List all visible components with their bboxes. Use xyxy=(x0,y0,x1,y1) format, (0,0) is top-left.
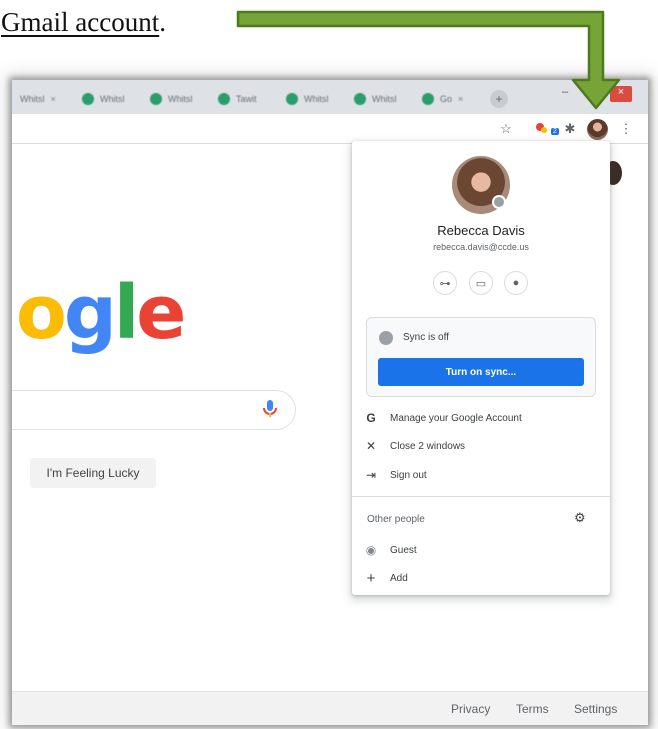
privacy-link[interactable]: Privacy xyxy=(451,702,490,716)
tab-label: Whitsl xyxy=(168,94,193,104)
menu-item-label: Guest xyxy=(390,544,417,556)
tab-strip: Whitsl × Whitsl Whitsl Tawit Whitsl Whits… xyxy=(12,80,648,114)
tab-label: Tawit xyxy=(236,94,257,104)
settings-link[interactable]: Settings xyxy=(574,702,617,716)
other-people-heading: Other people xyxy=(367,514,425,525)
tab-favicon-icon xyxy=(286,93,298,105)
browser-screenshot: Whitsl × Whitsl Whitsl Tawit Whitsl Whits… xyxy=(12,80,648,725)
browser-tab[interactable]: Whitsl xyxy=(142,88,210,110)
bookmark-star-icon[interactable]: ☆ xyxy=(496,119,516,139)
google-g-icon: G xyxy=(366,411,376,425)
page-footer: Privacy Terms Settings xyxy=(12,691,648,725)
logo-letter: o xyxy=(16,270,67,356)
logo-letter: g xyxy=(63,270,117,356)
profile-email: rebecca.davis@ccde.us xyxy=(433,242,529,252)
browser-tab[interactable]: Whitsl × xyxy=(12,88,74,110)
sign-out-icon: ⇥ xyxy=(365,468,377,482)
feeling-lucky-button[interactable]: I'm Feeling Lucky xyxy=(30,458,156,488)
browser-tab[interactable]: Tawit xyxy=(210,88,278,110)
minimize-icon[interactable]: – xyxy=(554,86,576,102)
browser-tab[interactable]: Go × xyxy=(414,88,480,110)
person-circle-icon: ◉ xyxy=(365,543,377,557)
browser-toolbar: ☆ 2 ✱ ⋮ xyxy=(12,114,648,144)
caption-link-text: Gmail account xyxy=(1,7,160,37)
caption-period: . xyxy=(159,7,166,37)
menu-item-label: Sign out xyxy=(390,469,427,481)
new-tab-plus-icon[interactable]: + xyxy=(490,90,508,108)
logo-letter: e xyxy=(136,270,186,356)
addresses-location-pin-icon[interactable]: ● xyxy=(504,271,528,295)
menu-item-manage-account[interactable]: G Manage your Google Account xyxy=(352,405,610,431)
tab-close-icon[interactable]: × xyxy=(458,94,463,104)
profile-name: Rebecca Davis xyxy=(437,223,525,238)
passwords-key-icon[interactable]: ⊶ xyxy=(433,271,457,295)
google-search-input[interactable] xyxy=(12,390,296,430)
menu-item-close-windows[interactable]: ✕ Close 2 windows xyxy=(352,433,610,459)
plus-icon: + xyxy=(366,569,376,587)
sync-paused-badge-icon xyxy=(492,195,506,209)
manage-people-gear-icon[interactable]: ⚙ xyxy=(574,510,586,526)
tab-label: Go xyxy=(440,94,453,104)
extension-icon[interactable] xyxy=(532,119,552,139)
tab-favicon-icon xyxy=(354,93,366,105)
browser-tab[interactable]: Whitsl xyxy=(278,88,346,110)
window-close-icon[interactable]: × xyxy=(610,86,632,102)
turn-on-sync-button[interactable]: Turn on sync... xyxy=(378,358,584,386)
payment-card-icon[interactable]: ▭ xyxy=(469,271,493,295)
close-icon: ✕ xyxy=(365,439,377,453)
chrome-menu-icon[interactable]: ⋮ xyxy=(616,119,636,139)
menu-item-label: Manage your Google Account xyxy=(390,412,522,424)
tab-label: Whitsl xyxy=(100,94,125,104)
document-caption: Gmail account. xyxy=(1,2,166,42)
terms-link[interactable]: Terms xyxy=(516,702,549,716)
profile-menu-popup: Rebecca Davis rebecca.davis@ccde.us ⊶ ▭ … xyxy=(352,141,610,595)
tab-label: Whitsl xyxy=(304,94,329,104)
logo-letter: l xyxy=(113,270,139,356)
browser-tab[interactable]: Whitsl xyxy=(74,88,142,110)
tab-close-icon[interactable]: × xyxy=(51,94,56,104)
menu-item-sign-out[interactable]: ⇥ Sign out xyxy=(352,462,610,488)
menu-item-label: Close 2 windows xyxy=(390,440,466,452)
sync-status-text: Sync is off xyxy=(403,332,449,343)
extension-glyph-icon xyxy=(536,123,547,133)
sync-off-icon xyxy=(379,331,393,345)
menu-item-label: Add xyxy=(390,572,408,584)
sync-card: Sync is off Turn on sync... xyxy=(366,317,596,397)
tab-favicon-icon xyxy=(82,93,94,105)
google-logo: ogle xyxy=(16,276,186,350)
extension-count-badge: 2 xyxy=(551,128,559,135)
voice-search-mic-icon[interactable] xyxy=(261,398,279,420)
menu-item-add[interactable]: + Add xyxy=(352,565,610,591)
tab-favicon-icon xyxy=(218,93,230,105)
extensions-puzzle-icon[interactable]: ✱ xyxy=(560,119,580,139)
menu-item-guest[interactable]: ◉ Guest xyxy=(352,537,610,563)
menu-divider xyxy=(352,496,610,497)
tab-label: Whitsl xyxy=(20,94,45,104)
tab-favicon-icon xyxy=(150,93,162,105)
tab-favicon-icon xyxy=(422,93,434,105)
tab-label: Whitsl xyxy=(372,94,397,104)
profile-avatar-button[interactable] xyxy=(587,119,608,140)
browser-tab[interactable]: Whitsl xyxy=(346,88,414,110)
